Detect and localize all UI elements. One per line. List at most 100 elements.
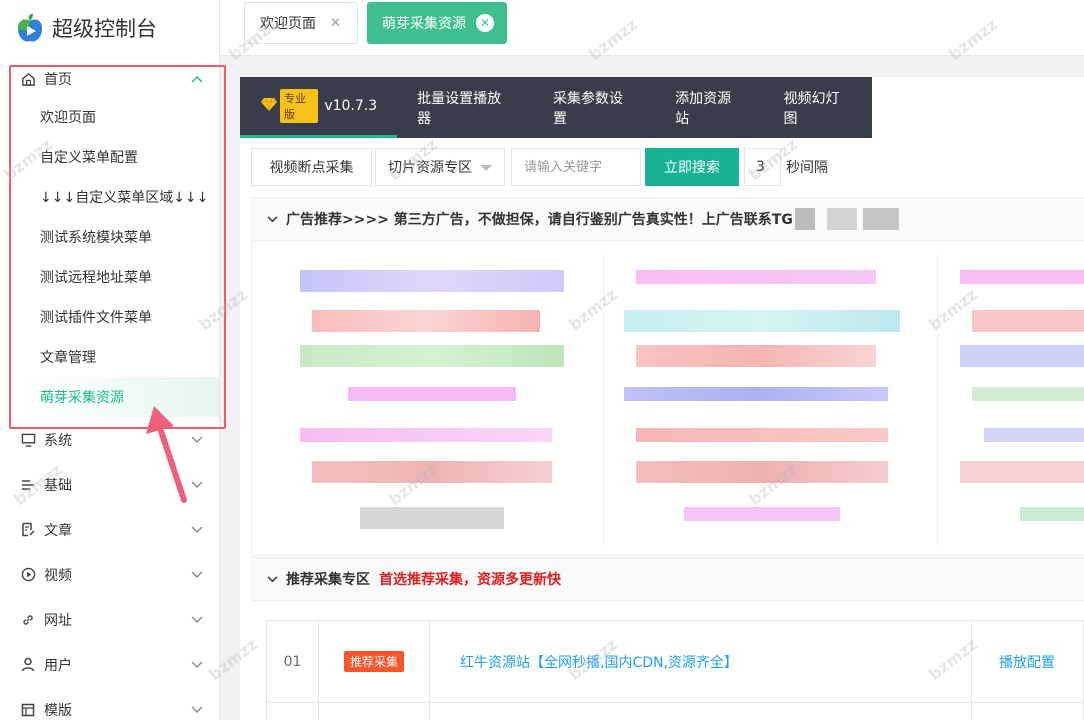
nav-slideshow[interactable]: 视频幻灯图 <box>764 77 872 138</box>
blurred-ad <box>360 507 504 529</box>
play-circle-icon <box>20 567 36 583</box>
app-title: 超级控制台 <box>52 17 157 41</box>
apple-logo-icon <box>14 12 46 44</box>
player-config-link[interactable] <box>971 702 1084 720</box>
blurred-ad <box>984 428 1084 442</box>
menu-video[interactable]: 视频 <box>0 552 219 597</box>
sidebar-item-test-plugin-file[interactable]: 测试插件文件菜单 <box>0 297 219 337</box>
source-name-link[interactable]: 红牛资源站【全网秒播,国内CDN,资源齐全】 <box>429 620 972 703</box>
blurred-ad <box>636 428 888 442</box>
blurred-ad <box>300 428 552 442</box>
blurred-ad <box>636 270 876 284</box>
sidebar-item-label: 测试远程地址菜单 <box>40 270 152 286</box>
blurred-contact <box>826 208 857 230</box>
blurred-ad <box>312 310 540 332</box>
sidebar-item-test-system-module[interactable]: 测试系统模块菜单 <box>0 217 219 257</box>
sidebar-item-label: ↓↓↓自定义菜单区域↓↓↓ <box>40 190 209 206</box>
menu-user-label: 用户 <box>44 657 72 674</box>
close-circle-icon[interactable]: ✕ <box>476 14 494 32</box>
search-row: 视频断点采集 切片资源专区 立即搜索 3 秒间隔 <box>251 148 828 186</box>
version-label: v10.7.3 <box>324 98 378 114</box>
row-number: 01 <box>266 620 319 703</box>
menu-video-label: 视频 <box>44 567 72 584</box>
source-name-link[interactable] <box>429 702 972 720</box>
sidebar: 超级控制台 首页 欢迎页面 自定义菜单配置 ↓↓↓自定义菜单区域↓↓↓ 测试系统… <box>0 0 220 720</box>
blurred-contact <box>794 208 815 230</box>
logo[interactable]: 超级控制台 <box>0 0 219 56</box>
sidebar-item-label: 自定义菜单配置 <box>40 150 138 166</box>
menu-user[interactable]: 用户 <box>0 642 219 687</box>
nav-collect-params[interactable]: 采集参数设置 <box>533 77 655 138</box>
annotation-arrow-icon <box>146 406 187 503</box>
breakpoint-collect-button[interactable]: 视频断点采集 <box>251 148 372 186</box>
chevron-down-icon <box>191 569 203 581</box>
main-content: 专业版 v10.7.3 批量设置播放器 采集参数设置 添加资源站 视频幻灯图 视… <box>240 77 1084 720</box>
menu-article[interactable]: 文章 <box>0 507 219 552</box>
chevron-down-icon <box>191 659 203 671</box>
blurred-ad <box>300 270 564 292</box>
blurred-ad <box>684 507 840 521</box>
chevron-down-icon <box>267 571 278 587</box>
blurred-ad <box>624 387 888 401</box>
menu-template-label: 模版 <box>44 702 72 719</box>
sidebar-item-label: 萌芽采集资源 <box>40 390 124 406</box>
blurred-ad <box>972 387 1084 401</box>
close-icon[interactable]: ✕ <box>330 16 341 31</box>
sidebar-item-custom-menu-config[interactable]: 自定义菜单配置 <box>0 137 219 177</box>
search-button[interactable]: 立即搜索 <box>645 148 739 186</box>
chevron-down-icon <box>267 211 278 227</box>
menu-template[interactable]: 模版 <box>0 687 219 720</box>
menu-article-label: 文章 <box>44 522 72 539</box>
blurred-ad <box>960 345 1084 367</box>
nav-version[interactable]: 专业版 v10.7.3 <box>240 77 398 138</box>
menu-home-label: 首页 <box>44 72 72 88</box>
row-number <box>266 702 319 720</box>
nav-add-source[interactable]: 添加资源站 <box>655 77 763 138</box>
ad-banner-grid[interactable] <box>251 241 1084 556</box>
blurred-ad <box>624 310 900 332</box>
recommend-subheading: 首选推荐采集，资源多更新快 <box>379 572 561 588</box>
recommend-section-header[interactable]: 推荐采集专区 首选推荐采集，资源多更新快 <box>251 557 1084 601</box>
blurred-ad <box>636 461 888 483</box>
row-tag-cell <box>318 702 430 720</box>
tab-welcome-label: 欢迎页面 <box>260 16 316 32</box>
keyword-input[interactable] <box>511 148 641 186</box>
list-icon <box>20 477 36 493</box>
menu-home[interactable]: 首页 <box>0 61 219 97</box>
sidebar-item-label: 欢迎页面 <box>40 110 96 126</box>
sidebar-item-label: 测试系统模块菜单 <box>40 230 152 246</box>
nav-label: 添加资源站 <box>675 90 732 127</box>
nav-label: 采集参数设置 <box>552 90 623 127</box>
template-icon <box>20 702 36 718</box>
document-edit-icon <box>20 522 36 538</box>
sidebar-item-article-manage[interactable]: 文章管理 <box>0 337 219 377</box>
chevron-down-icon <box>191 704 203 716</box>
tab-mengya-collect[interactable]: 萌芽采集资源 ✕ <box>367 2 507 44</box>
nav-batch-player[interactable]: 批量设置播放器 <box>397 77 533 138</box>
blurred-ad <box>960 270 1084 284</box>
top-nav: 专业版 v10.7.3 批量设置播放器 采集参数设置 添加资源站 视频幻灯图 <box>240 77 872 138</box>
blurred-ad <box>1020 507 1084 521</box>
sidebar-item-custom-menu-area[interactable]: ↓↓↓自定义菜单区域↓↓↓ <box>0 177 219 217</box>
chevron-down-icon <box>191 434 203 446</box>
ad-section-header[interactable]: 广告推荐>>>> 第三方广告，不做担保，请自行鉴别广告真实性！上广告联系TG <box>251 197 1084 241</box>
menu-url[interactable]: 网址 <box>0 597 219 642</box>
sidebar-item-welcome[interactable]: 欢迎页面 <box>0 97 219 137</box>
chevron-down-icon <box>191 479 203 491</box>
sidebar-item-test-remote-url[interactable]: 测试远程地址菜单 <box>0 257 219 297</box>
chevron-down-icon <box>191 614 203 626</box>
link-icon <box>20 612 36 628</box>
tab-bar: 欢迎页面 ✕ 萌芽采集资源 ✕ <box>220 0 1084 56</box>
ad-divider <box>603 255 604 545</box>
interval-input[interactable]: 3 <box>744 148 781 186</box>
user-icon <box>20 657 36 673</box>
sidebar-item-label: 文章管理 <box>40 350 96 366</box>
diamond-icon <box>260 97 278 116</box>
source-select[interactable]: 切片资源专区 <box>375 148 505 186</box>
ad-heading: 广告推荐>>>> 第三方广告，不做担保，请自行鉴别广告真实性！上广告联系TG <box>286 212 793 228</box>
pro-badge: 专业版 <box>280 89 319 123</box>
player-config-link[interactable]: 播放配置 <box>971 620 1084 703</box>
tab-welcome[interactable]: 欢迎页面 ✕ <box>244 2 358 44</box>
recommend-heading: 推荐采集专区 <box>286 572 370 588</box>
ad-divider <box>937 255 938 545</box>
